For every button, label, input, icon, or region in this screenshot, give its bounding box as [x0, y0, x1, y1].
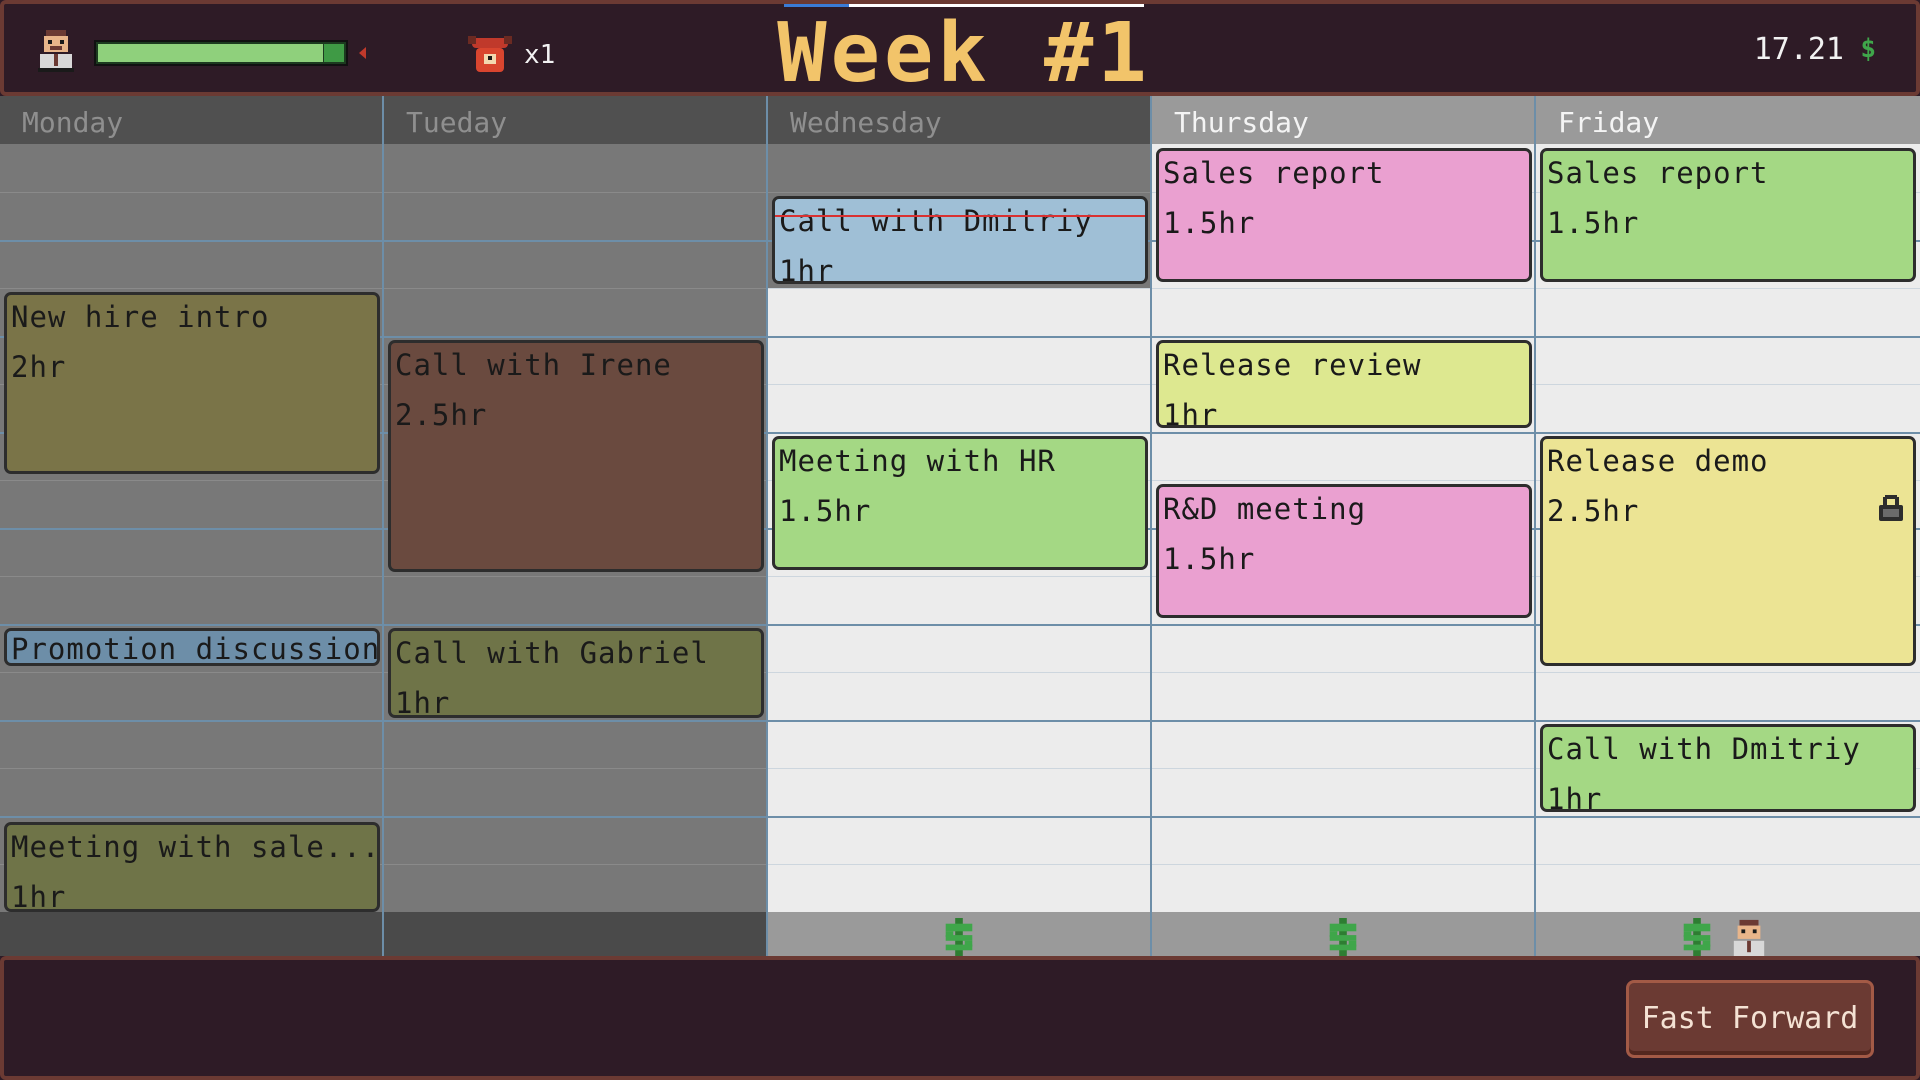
- event-duration: 1.5hr: [779, 494, 872, 528]
- dollar-icon: [1683, 918, 1711, 956]
- phone-icon[interactable]: [468, 32, 512, 76]
- day-column-friday: Friday Sales report 1.5hr Release demo 2…: [1536, 96, 1920, 956]
- event-title: R&D meeting: [1163, 492, 1367, 526]
- player-avatar-icon: [38, 30, 74, 72]
- fast-forward-button[interactable]: Fast Forward: [1626, 980, 1874, 1058]
- day-header-monday: Monday: [0, 96, 382, 144]
- day-footer-friday: [1536, 912, 1920, 956]
- event-title: Release demo: [1547, 444, 1769, 478]
- event-title: Sales report: [1163, 156, 1385, 190]
- day-footer-monday: [0, 912, 382, 956]
- day-header-wednesday: Wednesday: [768, 96, 1150, 144]
- energy-bar-fill: [98, 44, 323, 62]
- event-release-demo[interactable]: Release demo 2.5hr: [1540, 436, 1916, 666]
- week-title: Week #1: [777, 6, 1151, 101]
- event-duration: 1hr: [395, 686, 451, 718]
- event-title: Meeting with sale...: [11, 830, 380, 864]
- event-title: Call with Dmitriy: [779, 204, 1093, 238]
- top-bar: x1 Week #1 17.21 $: [0, 0, 1920, 101]
- dollar-icon: [1329, 918, 1357, 956]
- day-footer-wednesday: [768, 912, 1150, 956]
- event-duration: 2hr: [11, 350, 67, 384]
- event-call-with-gabriel[interactable]: Call with Gabriel 1hr: [388, 628, 764, 718]
- event-title: Call with Irene: [395, 348, 672, 382]
- event-duration: 1hr: [1163, 398, 1219, 428]
- event-call-with-irene[interactable]: Call with Irene 2.5hr: [388, 340, 764, 572]
- energy-bar: [94, 40, 348, 66]
- current-time-line: [775, 215, 1145, 217]
- event-call-with-dmitriy[interactable]: Call with Dmitriy 1hr: [1540, 724, 1916, 812]
- bottom-bar: Fast Forward: [0, 956, 1920, 1080]
- event-new-hire-intro[interactable]: New hire intro 2hr: [4, 292, 380, 474]
- event-duration: 1.5hr: [1547, 206, 1640, 240]
- phone-count: x1: [524, 40, 556, 70]
- dollar-icon: $: [1860, 34, 1876, 64]
- event-duration: 1hr: [779, 254, 835, 284]
- event-title: Meeting with HR: [779, 444, 1056, 478]
- event-title: New hire intro: [11, 300, 270, 334]
- money-counter: 17.21: [1753, 32, 1844, 67]
- dollar-icon: [945, 918, 973, 956]
- event-duration: 2.5hr: [1547, 494, 1640, 528]
- event-sales-report[interactable]: Sales report 1.5hr: [1540, 148, 1916, 282]
- day-footer-tuesday: [384, 912, 766, 956]
- event-release-review[interactable]: Release review 1hr: [1156, 340, 1532, 428]
- day-footer-thursday: [1152, 912, 1534, 956]
- day-header-tuesday: Tueday: [384, 96, 766, 144]
- event-duration: 2.5hr: [395, 398, 488, 432]
- day-column-tuesday: Tueday Call with Irene 2.5hr Call with G…: [384, 96, 768, 956]
- event-duration: 1.5hr: [1163, 542, 1256, 576]
- event-meeting-with-hr[interactable]: Meeting with HR 1.5hr: [772, 436, 1148, 570]
- lock-icon: [1879, 495, 1903, 521]
- energy-bar-tip: [324, 44, 344, 62]
- employee-icon: [1733, 919, 1765, 956]
- event-sales-report[interactable]: Sales report 1.5hr: [1156, 148, 1532, 282]
- week-calendar: Monday New hire intro 2hr Promotion disc…: [0, 96, 1920, 956]
- day-column-monday: Monday New hire intro 2hr Promotion disc…: [0, 96, 384, 956]
- event-rnd-meeting[interactable]: R&D meeting 1.5hr: [1156, 484, 1532, 618]
- event-call-with-dmitriy[interactable]: Call with Dmitriy 1hr: [772, 196, 1148, 284]
- day-column-wednesday: Wednesday Call with Dmitriy 1hr Meeting …: [768, 96, 1152, 956]
- event-promotion-discussion[interactable]: Promotion discussion: [4, 628, 380, 666]
- event-title: Release review: [1163, 348, 1422, 382]
- day-header-thursday: Thursday: [1152, 96, 1534, 144]
- event-title: Promotion discussion: [11, 632, 380, 666]
- event-duration: 1hr: [1547, 782, 1603, 812]
- energy-caret-icon: [359, 47, 366, 59]
- event-title: Sales report: [1547, 156, 1769, 190]
- event-duration: 1.5hr: [1163, 206, 1256, 240]
- day-header-friday: Friday: [1536, 96, 1920, 144]
- event-title: Call with Gabriel: [395, 636, 709, 670]
- day-column-thursday: Thursday Sales report 1.5hr Release revi…: [1152, 96, 1536, 956]
- event-meeting-with-sales[interactable]: Meeting with sale... 1hr: [4, 822, 380, 912]
- event-duration: 1hr: [11, 880, 67, 912]
- event-title: Call with Dmitriy: [1547, 732, 1861, 766]
